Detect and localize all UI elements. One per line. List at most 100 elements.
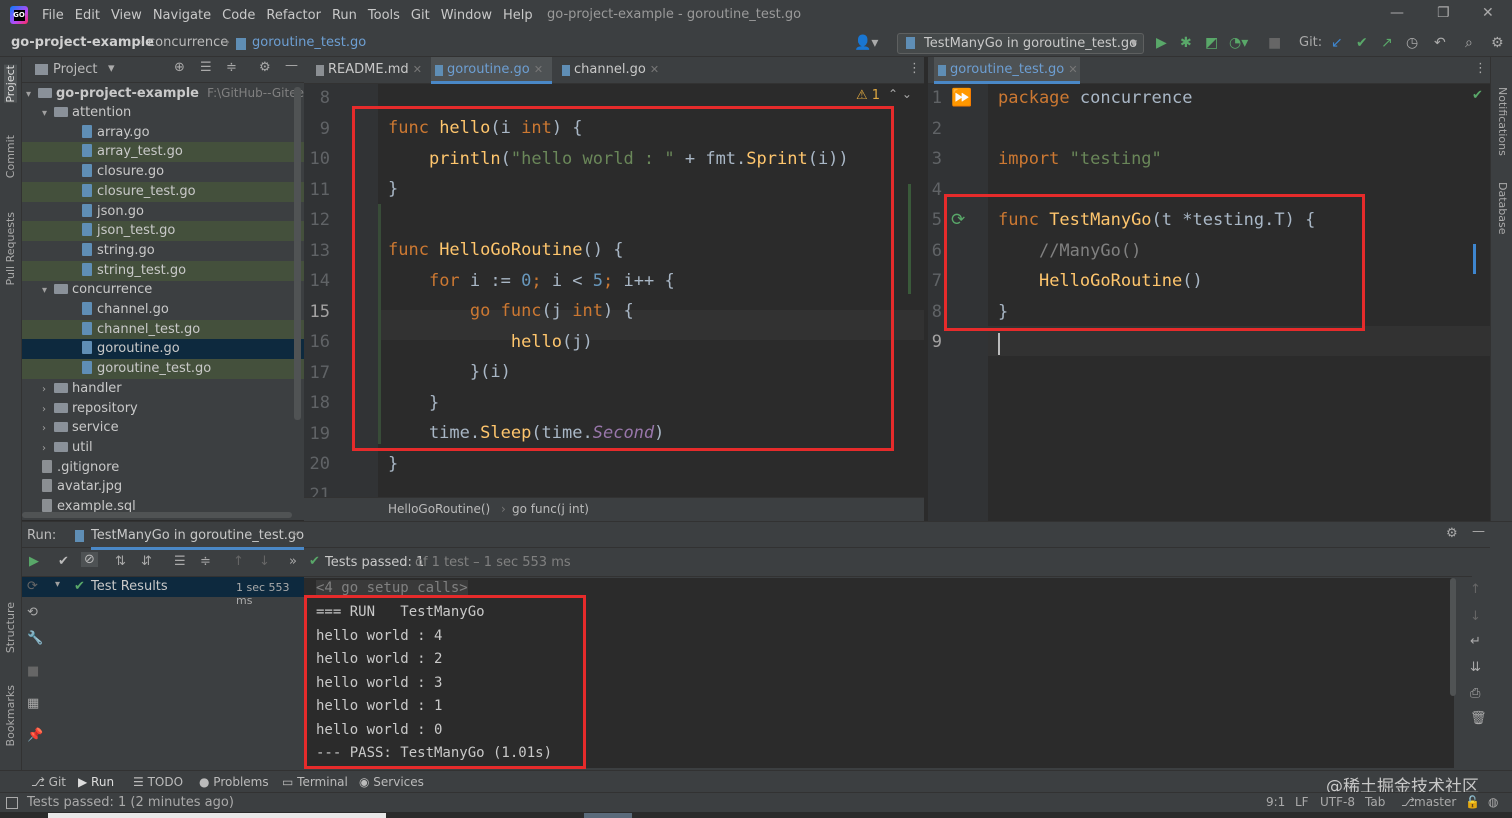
commit-tool-button[interactable]: Commit bbox=[4, 135, 17, 178]
history-icon[interactable]: ◷ bbox=[1406, 35, 1418, 51]
menu-navigate[interactable]: Navigate bbox=[153, 8, 211, 23]
trash-icon[interactable]: 🗑 bbox=[1470, 711, 1487, 726]
git-push-icon[interactable]: ↗ bbox=[1381, 35, 1393, 51]
search-icon[interactable]: ⌕ bbox=[1465, 35, 1473, 51]
test-results-row[interactable]: ▾ ✔ Test Results 1 sec 553 ms bbox=[22, 577, 304, 607]
tree-folder[interactable]: ▾ attention bbox=[22, 103, 304, 123]
tree-file[interactable]: channel.go bbox=[22, 300, 304, 320]
profile-icon[interactable]: ◔▾ bbox=[1229, 35, 1248, 51]
tree-file[interactable]: closure.go bbox=[22, 162, 304, 182]
tree-file[interactable]: goroutine_test.go bbox=[22, 359, 304, 380]
status-message[interactable]: Tests passed: 1 (2 minutes ago) bbox=[27, 795, 234, 810]
user-icon[interactable]: 👤▾ bbox=[854, 35, 878, 51]
toggle-auto-test-icon[interactable]: ⟲ bbox=[27, 605, 38, 620]
menu-refactor[interactable]: Refactor bbox=[266, 8, 321, 23]
tree-file[interactable]: string.go bbox=[22, 241, 304, 261]
hide-panel-icon[interactable]: — bbox=[1472, 524, 1485, 539]
indent-setting[interactable]: Tab bbox=[1365, 795, 1385, 809]
chevron-down-icon[interactable]: ▾ bbox=[42, 104, 54, 124]
panel-toggle-icon[interactable] bbox=[6, 797, 18, 809]
menu-tools[interactable]: Tools bbox=[368, 8, 400, 23]
scroll-end-icon[interactable]: ⇊ bbox=[1470, 660, 1481, 675]
file-encoding[interactable]: UTF-8 bbox=[1320, 795, 1355, 809]
project-tool-button[interactable]: Project bbox=[4, 65, 17, 103]
git-branch[interactable]: master bbox=[1414, 795, 1456, 809]
notifications-tool-button[interactable]: Notifications bbox=[1496, 87, 1509, 156]
breadcrumb-closure[interactable]: go func(j int) bbox=[512, 502, 589, 516]
bookmarks-tool-button[interactable]: Bookmarks bbox=[4, 685, 17, 746]
gear-icon[interactable]: ⚙ bbox=[1446, 526, 1458, 541]
breadcrumb-file[interactable]: goroutine_test.go bbox=[252, 35, 366, 50]
caret-position[interactable]: 9:1 bbox=[1266, 795, 1285, 809]
tab-goroutine-test[interactable]: goroutine_test.go ✕ bbox=[934, 57, 1080, 84]
next-failed-icon[interactable]: ↓ bbox=[259, 554, 270, 569]
tree-file[interactable]: json_test.go bbox=[22, 221, 304, 242]
tree-file[interactable]: string_test.go bbox=[22, 260, 304, 281]
wrench-icon[interactable]: 🔧 bbox=[27, 631, 43, 646]
debug-icon[interactable]: ✱ bbox=[1180, 35, 1192, 51]
tree-file[interactable]: goroutine.go bbox=[22, 339, 304, 360]
show-passed-icon[interactable]: ✔ bbox=[58, 554, 69, 569]
tree-folder[interactable]: ▾ concurrence bbox=[22, 280, 304, 300]
tree-file[interactable]: array.go bbox=[22, 123, 304, 143]
pin-icon[interactable]: 📌 bbox=[27, 728, 43, 743]
collapse-all-icon[interactable]: ≑ bbox=[226, 60, 237, 75]
tree-file[interactable]: avatar.jpg bbox=[22, 477, 304, 497]
warning-icon[interactable]: ⚠ 1 bbox=[856, 88, 880, 103]
layout-icon[interactable]: ▦ bbox=[27, 696, 39, 711]
previous-failed-icon[interactable]: ↑ bbox=[233, 554, 244, 569]
tree-file[interactable]: channel_test.go bbox=[22, 319, 304, 340]
todo-tool-button[interactable]: ☰ TODO bbox=[133, 775, 183, 789]
chevron-down-icon[interactable]: ▾ bbox=[108, 61, 115, 76]
locate-icon[interactable]: ⊕ bbox=[174, 60, 185, 75]
rerun-failed-icon[interactable]: ⟳ bbox=[27, 579, 38, 594]
services-tool-button[interactable]: ◉ Services bbox=[359, 775, 424, 789]
sort-alpha-icon[interactable]: ⇅ bbox=[115, 554, 126, 569]
breadcrumb-function[interactable]: HelloGoRoutine() bbox=[388, 502, 490, 516]
print-icon[interactable]: ⎙ bbox=[1470, 686, 1480, 701]
menu-edit[interactable]: Edit bbox=[75, 8, 100, 23]
coverage-icon[interactable]: ◩ bbox=[1205, 35, 1218, 51]
line-separator[interactable]: LF bbox=[1295, 795, 1309, 809]
more-icon[interactable]: » bbox=[289, 554, 297, 569]
run-tab[interactable]: TestManyGo in goroutine_test.go bbox=[91, 528, 305, 550]
menu-window[interactable]: Window bbox=[441, 8, 492, 23]
minimize-icon[interactable]: — bbox=[1390, 5, 1404, 21]
expand-all-icon[interactable]: ☰ bbox=[174, 554, 186, 569]
tree-folder[interactable]: › util bbox=[22, 438, 304, 458]
tree-file[interactable]: array_test.go bbox=[22, 142, 304, 163]
tree-root[interactable]: ▾ go-project-example F:\GitHub--Gitee\go bbox=[22, 83, 323, 103]
chevron-right-icon[interactable]: › bbox=[42, 380, 54, 400]
tab-channel[interactable]: channel.go ✕ bbox=[558, 57, 663, 84]
restore-icon[interactable]: ❐ bbox=[1437, 5, 1450, 21]
structure-tool-button[interactable]: Structure bbox=[4, 602, 17, 653]
more-tabs-icon[interactable]: ⋮ bbox=[908, 61, 921, 76]
run-configuration-select[interactable]: TestManyGo in goroutine_test.go ▾ bbox=[897, 33, 1144, 54]
run-file-icon[interactable]: ⏩ bbox=[951, 88, 972, 108]
tree-hscrollbar[interactable] bbox=[22, 512, 292, 518]
database-tool-button[interactable]: Database bbox=[1496, 182, 1509, 235]
chevron-down-icon[interactable]: ▾ bbox=[42, 281, 54, 301]
menu-file[interactable]: File bbox=[42, 8, 64, 23]
more-tabs-icon[interactable]: ⋮ bbox=[1474, 61, 1487, 76]
rerun-icon[interactable]: ▶ bbox=[29, 554, 39, 569]
menu-code[interactable]: Code bbox=[222, 8, 255, 23]
pull-requests-tool-button[interactable]: Pull Requests bbox=[4, 212, 17, 285]
show-ignored-icon[interactable]: ⊘ bbox=[81, 552, 98, 567]
tab-goroutine[interactable]: goroutine.go ✕ bbox=[431, 57, 552, 84]
tree-folder[interactable]: › repository bbox=[22, 399, 304, 419]
rollback-icon[interactable]: ↶ bbox=[1434, 35, 1446, 51]
menu-git[interactable]: Git bbox=[411, 8, 430, 23]
git-update-icon[interactable]: ↙ bbox=[1331, 35, 1343, 51]
close-icon[interactable]: ✕ bbox=[1482, 5, 1494, 21]
problems-tool-button[interactable]: ● Problems bbox=[199, 775, 269, 789]
git-commit-icon[interactable]: ✔ bbox=[1356, 35, 1368, 51]
soft-wrap-icon[interactable]: ↵ bbox=[1470, 634, 1481, 649]
hide-panel-icon[interactable]: — bbox=[285, 58, 298, 73]
stop-icon[interactable]: ■ bbox=[1268, 35, 1281, 51]
terminal-tool-button[interactable]: ▭ Terminal bbox=[282, 775, 348, 789]
run-tool-button[interactable]: ▶ Run bbox=[78, 775, 114, 789]
navigate-arrows-icon[interactable]: ⌃ ⌄ bbox=[888, 87, 912, 101]
lock-icon[interactable]: 🔓 bbox=[1465, 795, 1480, 809]
tree-folder[interactable]: › service bbox=[22, 418, 304, 438]
